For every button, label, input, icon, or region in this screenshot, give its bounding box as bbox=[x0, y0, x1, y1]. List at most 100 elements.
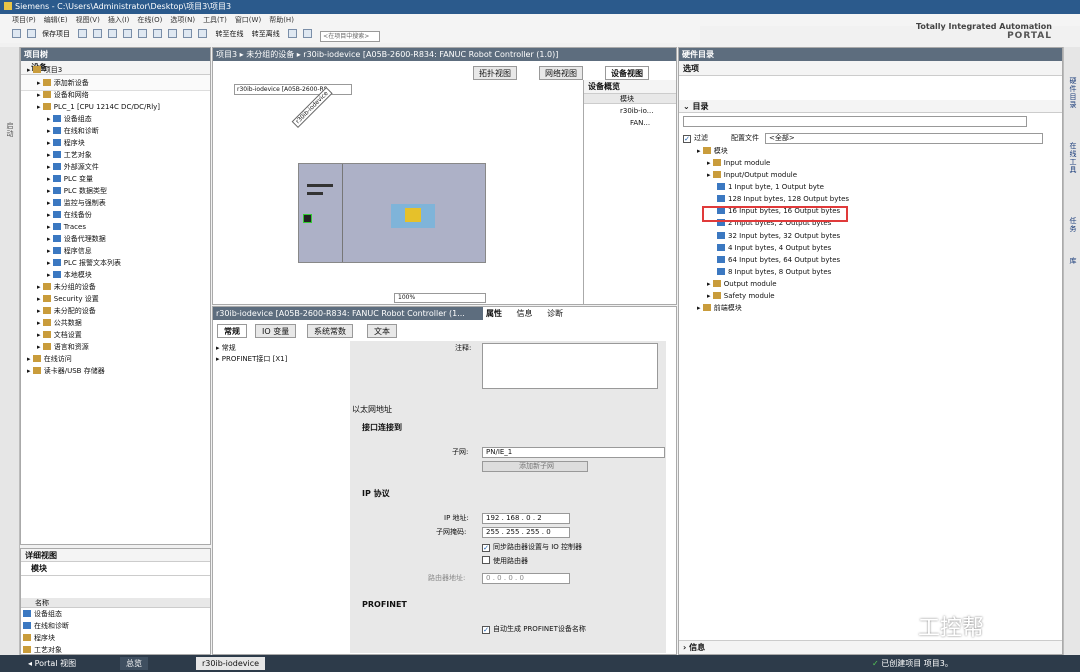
tree-item[interactable]: ▸ 工艺对象 bbox=[47, 150, 92, 160]
tab-diagnostics[interactable]: 诊断 bbox=[544, 309, 567, 318]
sync-router-checkbox[interactable]: ✓ 同步路由器设置与 IO 控制器 bbox=[482, 542, 582, 552]
tab-texts[interactable]: 文本 bbox=[367, 324, 397, 338]
subnet-select[interactable]: PN/IE_1 bbox=[482, 447, 665, 458]
redo-icon[interactable] bbox=[153, 29, 163, 38]
menu-options[interactable]: 选项(N) bbox=[170, 16, 195, 24]
menu-tools[interactable]: 工具(T) bbox=[203, 16, 227, 24]
tree-item[interactable]: ▸ 添加新设备 bbox=[37, 78, 89, 88]
profinet-port-icon[interactable] bbox=[303, 214, 312, 223]
catalog-item[interactable]: ▸ Input module bbox=[707, 158, 770, 168]
catalog-item[interactable]: 128 Input bytes, 128 Output bytes bbox=[717, 194, 849, 204]
tree-item[interactable]: ▸ Security 设置 bbox=[37, 294, 99, 304]
catalog-directory[interactable]: ⌄ 目录 bbox=[679, 100, 1062, 113]
project-search-input[interactable]: <在项目中搜索> bbox=[320, 31, 381, 42]
left-nav-label[interactable]: 启动 bbox=[4, 122, 16, 138]
auto-name-checkbox[interactable]: ✓ 自动生成 PROFINET设备名称 bbox=[482, 624, 586, 634]
ip-address-field[interactable]: 192 . 168 . 0 . 2 bbox=[482, 513, 570, 524]
catalog-item[interactable]: 64 Input bytes, 64 Output bytes bbox=[717, 255, 840, 265]
detail-row[interactable]: 在线和诊断 bbox=[23, 621, 69, 631]
tree-item[interactable]: ▸ 项目3 bbox=[27, 65, 62, 75]
tree-item[interactable]: ▸ 外部源文件 bbox=[47, 162, 99, 172]
tree-item[interactable]: ▸ 语言和资源 bbox=[37, 342, 89, 352]
tree-item[interactable]: ▸ 程序块 bbox=[47, 138, 85, 148]
rnav-tasks[interactable]: 任务 bbox=[1067, 217, 1079, 233]
menu-view[interactable]: 视图(V) bbox=[76, 16, 100, 24]
tab-general[interactable]: 常规 bbox=[217, 324, 247, 338]
tab-io-tags[interactable]: IO 变量 bbox=[255, 324, 297, 338]
tab-info[interactable]: 信息 bbox=[513, 309, 536, 318]
tree-item[interactable]: ▸ 设备代理数据 bbox=[47, 234, 106, 244]
catalog-item[interactable]: 1 Input byte, 1 Output byte bbox=[717, 182, 824, 192]
rnav-libraries[interactable]: 库 bbox=[1067, 257, 1079, 265]
new-project-icon[interactable] bbox=[12, 29, 21, 38]
tree-item[interactable]: ▸ 读卡器/USB 存储器 bbox=[27, 366, 105, 376]
device-rack[interactable] bbox=[298, 163, 486, 263]
tab-properties[interactable]: 属性 bbox=[483, 309, 505, 318]
menu-edit[interactable]: 编辑(E) bbox=[44, 16, 68, 24]
catalog-info[interactable]: › 信息 bbox=[679, 640, 1062, 654]
prop-nav-profinet[interactable]: ▸ PROFINET接口 [X1] bbox=[216, 354, 287, 364]
detail-row[interactable]: 程序块 bbox=[23, 633, 55, 643]
catalog-item[interactable]: ▸ 前端模块 bbox=[697, 303, 742, 313]
comment-field[interactable] bbox=[482, 343, 658, 389]
tree-item[interactable]: ▸ PLC 报警文本列表 bbox=[47, 258, 121, 268]
catalog-profile-select[interactable]: <全部> bbox=[765, 133, 1043, 144]
open-project-icon[interactable] bbox=[27, 29, 36, 38]
undo-icon[interactable] bbox=[138, 29, 148, 38]
tree-item[interactable]: ▸ PLC 数据类型 bbox=[47, 186, 107, 196]
tab-network-view[interactable]: 网络视图 bbox=[539, 66, 583, 80]
rnav-hardware-catalog[interactable]: 硬件目录 bbox=[1067, 77, 1079, 109]
menu-online[interactable]: 在线(O) bbox=[137, 16, 162, 24]
device-slot[interactable] bbox=[299, 164, 343, 262]
prop-nav-general[interactable]: ▸ 常规 bbox=[216, 343, 236, 353]
tree-item[interactable]: ▸ 文档设置 bbox=[37, 330, 82, 340]
tree-item[interactable]: ▸ 未分配的设备 bbox=[37, 306, 96, 316]
catalog-item[interactable]: 4 Input bytes, 4 Output bytes bbox=[717, 243, 831, 253]
overview-row[interactable]: r30ib-io... bbox=[620, 106, 653, 116]
delete-icon[interactable] bbox=[123, 29, 133, 38]
cut-icon[interactable] bbox=[78, 29, 88, 38]
detail-row[interactable]: 工艺对象 bbox=[23, 645, 62, 655]
use-router-checkbox[interactable]: 使用路由器 bbox=[482, 556, 528, 566]
save-project-button[interactable]: 保存项目 bbox=[42, 30, 70, 38]
catalog-item[interactable]: 32 Input bytes, 32 Output bytes bbox=[717, 231, 840, 241]
taskbar-device[interactable]: r30ib-iodevice bbox=[196, 657, 266, 670]
add-subnet-button[interactable]: 添加新子网 bbox=[482, 461, 588, 472]
subnet-mask-field[interactable]: 255 . 255 . 255 . 0 bbox=[482, 527, 570, 538]
taskbar-overview[interactable]: 总览 bbox=[120, 657, 148, 670]
tree-item[interactable]: ▸ 在线备份 bbox=[47, 210, 92, 220]
catalog-item[interactable]: 8 Input bytes, 8 Output bytes bbox=[717, 267, 831, 277]
catalog-search-input[interactable] bbox=[683, 116, 1027, 127]
rnav-online-tools[interactable]: 在线工具 bbox=[1067, 142, 1079, 174]
detail-row[interactable]: 设备组态 bbox=[23, 609, 62, 619]
menu-insert[interactable]: 插入(I) bbox=[108, 16, 130, 24]
upload-icon[interactable] bbox=[198, 29, 208, 38]
tree-item[interactable]: ▸ 设备组态 bbox=[47, 114, 92, 124]
catalog-item[interactable]: ▸ Safety module bbox=[707, 291, 775, 301]
catalog-item[interactable]: ▸ Input/Output module bbox=[707, 170, 797, 180]
catalog-options[interactable]: 选项 bbox=[679, 61, 1062, 76]
tree-item[interactable]: ▸ 在线和诊断 bbox=[47, 126, 99, 136]
compile-icon[interactable] bbox=[168, 29, 178, 38]
tree-item[interactable]: ▸ Traces bbox=[47, 222, 86, 232]
tree-item[interactable]: ▸ 设备和网络 bbox=[37, 90, 89, 100]
tree-item[interactable]: ▸ PLC_1 [CPU 1214C DC/DC/Rly] bbox=[37, 102, 160, 112]
download-icon[interactable] bbox=[183, 29, 193, 38]
catalog-item[interactable]: ▸ Output module bbox=[707, 279, 777, 289]
menu-help[interactable]: 帮助(H) bbox=[269, 16, 294, 24]
tree-item[interactable]: ▸ 监控与强制表 bbox=[47, 198, 106, 208]
catalog-filter-checkbox[interactable]: ✓ 过滤 bbox=[683, 133, 708, 143]
router-address-field[interactable]: 0 . 0 . 0 . 0 bbox=[482, 573, 570, 584]
tree-item[interactable]: ▸ PLC 变量 bbox=[47, 174, 93, 184]
tree-item[interactable]: ▸ 未分组的设备 bbox=[37, 282, 96, 292]
tab-topology-view[interactable]: 拓扑视图 bbox=[473, 66, 517, 80]
tree-item[interactable]: ▸ 公共数据 bbox=[37, 318, 82, 328]
tree-item[interactable]: ▸ 程序信息 bbox=[47, 246, 92, 256]
tree-item[interactable]: ▸ 本地模块 bbox=[47, 270, 92, 280]
copy-icon[interactable] bbox=[93, 29, 103, 38]
split-editor-icon[interactable] bbox=[302, 29, 312, 38]
go-online-button[interactable]: 转至在线 bbox=[215, 30, 243, 38]
accessible-devices-icon[interactable] bbox=[287, 29, 297, 38]
tree-item[interactable]: ▸ 在线访问 bbox=[27, 354, 72, 364]
tab-system-constants[interactable]: 系统常数 bbox=[307, 324, 353, 338]
